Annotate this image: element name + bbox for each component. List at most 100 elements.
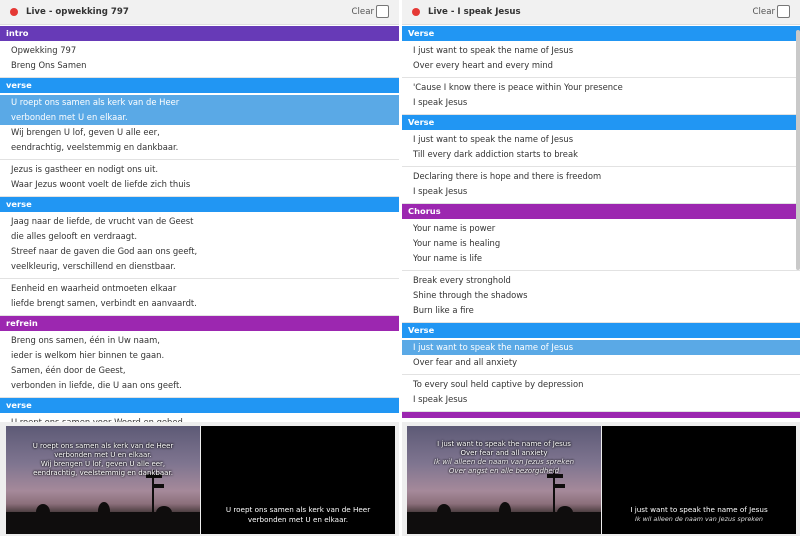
lyric-line: To every soul held captive by depression <box>413 379 584 389</box>
lyric-slide[interactable]: Jezus is gastheer en nodigt ons uit. Waar… <box>0 160 399 197</box>
right-lyrics-list[interactable]: Verse I just want to speak the name of Je… <box>402 26 800 422</box>
left-previews: U roept ons samen als kerk van de Heer v… <box>0 422 399 536</box>
lyric-line: Wij brengen U lof, geven U alle eer, <box>11 127 160 137</box>
lyric-line: I speak Jesus <box>413 97 468 107</box>
output-line: verbonden met U en elkaar. <box>247 514 349 524</box>
lyric-slide[interactable]: I just want to speak the name of Jesus Ov… <box>402 41 800 78</box>
lyric-line: Your name is power <box>413 223 496 233</box>
right-panel-title: Live - I speak Jesus <box>428 7 521 17</box>
lyric-line: Breng ons samen, één in Uw naam, <box>11 335 160 345</box>
lyric-line: Opwekking 797 <box>11 45 77 55</box>
lyric-line: veelkleurig, verschillend en dienstbaar. <box>11 261 176 271</box>
lyric-line: verbonden met U en elkaar. <box>0 110 399 125</box>
right-list-scrollbar[interactable] <box>796 30 800 270</box>
lyric-slide[interactable]: Your name is power Your name is healing Yo… <box>402 219 800 271</box>
lyric-line: U roept ons samen als kerk van de Heer <box>0 95 399 110</box>
right-preview-screen[interactable]: I just want to speak the name of Jesus O… <box>407 426 601 534</box>
left-preview-screen[interactable]: U roept ons samen als kerk van de Heer v… <box>6 426 200 534</box>
lyric-line: U roept ons samen voor Woord en gebed <box>11 417 183 422</box>
hills-silhouette <box>407 512 601 534</box>
section-tag[interactable]: verse <box>0 197 399 212</box>
preview-line: U roept ons samen als kerk van de Heer <box>32 442 174 450</box>
section-tag[interactable]: Verse <box>402 26 800 41</box>
lyric-slide[interactable]: Jaag naar de liefde, de vrucht van de Ge… <box>0 212 399 279</box>
left-preview-text: U roept ons samen als kerk van de Heer v… <box>10 442 196 478</box>
right-preview-text: I just want to speak the name of Jesus O… <box>411 440 597 476</box>
left-lyrics-list[interactable]: intro Opwekking 797 Breng Ons Samen verse U … <box>0 26 399 422</box>
live-indicator-icon <box>412 8 420 16</box>
lyric-line: Breng Ons Samen <box>11 60 87 70</box>
lyric-line: verbonden in liefde, die U aan ons geeft… <box>11 380 182 390</box>
left-panel-title: Live - opwekking 797 <box>26 7 129 17</box>
section-tag-peek[interactable] <box>402 412 800 418</box>
lyric-slide[interactable]: To every soul held captive by depression… <box>402 375 800 412</box>
section-tag[interactable]: Chorus <box>402 204 800 219</box>
lyric-line: Burn like a fire <box>413 305 474 315</box>
output-line: U roept ons samen als kerk van de Heer <box>225 505 371 514</box>
preview-line: I just want to speak the name of Jesus <box>437 440 571 448</box>
lyric-slide[interactable]: Breng ons samen, één in Uw naam, ieder is… <box>0 331 399 398</box>
preview-translation-line: Over angst en alle bezorgdheid <box>448 467 560 475</box>
preview-line: Wij brengen U lof, geven U alle eer, <box>40 460 166 468</box>
lyric-line: Your name is healing <box>413 238 501 248</box>
left-clear-checkbox[interactable] <box>376 5 389 18</box>
lyric-line: ieder is welkom hier binnen te gaan. <box>11 350 165 360</box>
lyric-line: die alles gelooft en verdraagt. <box>11 231 138 241</box>
output-line: I just want to speak the name of Jesus <box>630 505 768 514</box>
section-tag[interactable]: intro <box>0 26 399 41</box>
left-output-text: U roept ons samen als kerk van de Heer v… <box>205 505 391 524</box>
lyric-line: Over fear and all anxiety <box>413 357 518 367</box>
lyric-slide[interactable]: Opwekking 797 Breng Ons Samen <box>0 41 399 78</box>
signpost-arm <box>553 484 565 488</box>
output-translation-line: Ik wil alleen de naam van Jezus spreken <box>635 514 763 523</box>
lyric-slide[interactable]: Break every stronghold Shine through the … <box>402 271 800 323</box>
lyric-line: Till every dark addiction starts to brea… <box>413 149 578 159</box>
lyric-line: Samen, één door de Geest, <box>11 365 126 375</box>
lyric-line: I speak Jesus <box>413 394 468 404</box>
lyric-slide[interactable]: U roept ons samen voor Woord en gebedals… <box>0 413 399 422</box>
right-panel-header: Live - I speak Jesus Clear <box>402 0 800 25</box>
lyric-line: Eenheid en waarheid ontmoeten elkaar <box>11 283 177 293</box>
right-clear-label[interactable]: Clear <box>753 7 775 17</box>
lyric-line: Over every heart and every mind <box>413 60 553 70</box>
right-output-text: I just want to speak the name of Jesus I… <box>606 505 792 524</box>
lyric-line: Waar Jezus woont voelt de liefde zich th… <box>11 179 191 189</box>
lyric-line: eendrachtig, veelstemmig en dankbaar. <box>11 142 179 152</box>
lyric-slide[interactable]: I just want to speak the name of Jesus Ov… <box>402 338 800 375</box>
lyric-slide[interactable]: Declaring there is hope and there is fre… <box>402 167 800 204</box>
lyric-line: I just want to speak the name of Jesus <box>413 45 574 55</box>
section-tag[interactable]: verse <box>0 78 399 93</box>
lyric-line: Streef naar de gaven die God aan ons gee… <box>11 246 198 256</box>
lyric-line: I just want to speak the name of Jesus <box>402 340 800 355</box>
right-previews: I just want to speak the name of Jesus O… <box>402 422 800 536</box>
preview-translation-line: Ik wil alleen de naam van Jezus spreken <box>433 458 575 466</box>
section-tag[interactable]: Verse <box>402 323 800 338</box>
lyric-line: 'Cause I know there is peace within Your… <box>413 82 623 92</box>
preview-line: eendrachtig, veelstemmig en dankbaar. <box>33 469 173 477</box>
left-output-screen[interactable]: U roept ons samen als kerk van de Heer v… <box>201 426 395 534</box>
lyric-line: Break every stronghold <box>413 275 511 285</box>
left-clear-label[interactable]: Clear <box>352 7 374 17</box>
hills-silhouette <box>6 512 200 534</box>
lyric-line: liefde brengt samen, verbindt en aanvaar… <box>11 298 197 308</box>
lyric-line: Your name is life <box>413 253 483 263</box>
lyric-line: Declaring there is hope and there is fre… <box>413 171 602 181</box>
section-tag[interactable]: Verse <box>402 115 800 130</box>
left-live-panel: Live - opwekking 797 Clear intro Opwekkin… <box>0 0 399 536</box>
lyric-line: I just want to speak the name of Jesus <box>413 134 574 144</box>
lyric-slide[interactable]: 'Cause I know there is peace within Your… <box>402 78 800 115</box>
section-tag[interactable]: verse <box>0 398 399 413</box>
lyric-line: Jaag naar de liefde, de vrucht van de Ge… <box>11 216 194 226</box>
lyric-line: I speak Jesus <box>413 186 468 196</box>
lyric-slide[interactable]: Eenheid en waarheid ontmoeten elkaar lief… <box>0 279 399 316</box>
lyric-slide[interactable]: I just want to speak the name of Jesus Ti… <box>402 130 800 167</box>
live-indicator-icon <box>10 8 18 16</box>
preview-line: Over fear and all anxiety <box>460 449 548 457</box>
section-tag[interactable]: refrein <box>0 316 399 331</box>
right-live-panel: Live - I speak Jesus Clear Verse I just w… <box>402 0 800 536</box>
signpost-arm <box>152 484 164 488</box>
right-clear-checkbox[interactable] <box>777 5 790 18</box>
right-output-screen[interactable]: I just want to speak the name of Jesus I… <box>602 426 796 534</box>
lyric-line: Shine through the shadows <box>413 290 528 300</box>
lyric-slide[interactable]: U roept ons samen als kerk van de Heer ve… <box>0 93 399 160</box>
